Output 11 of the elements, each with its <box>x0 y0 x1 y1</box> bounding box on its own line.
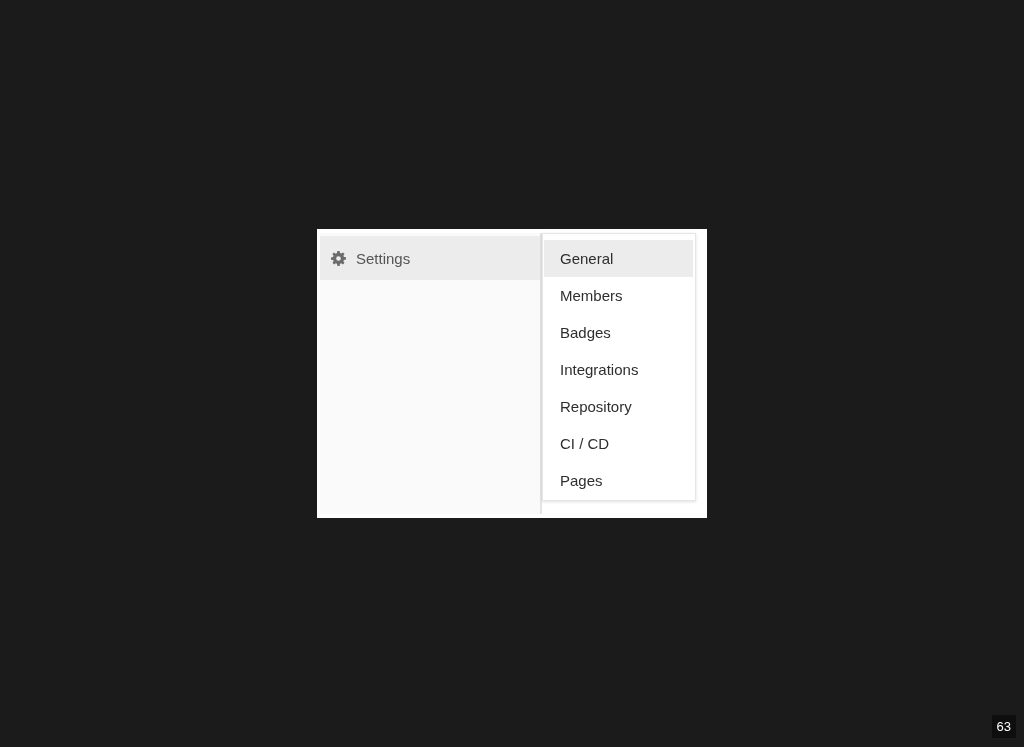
menu-item[interactable]: General <box>544 240 693 277</box>
menu-item[interactable]: CI / CD <box>544 425 693 462</box>
menu-item[interactable]: Members <box>544 277 693 314</box>
slide-number: 63 <box>991 715 1016 738</box>
sidebar-label: Settings <box>356 249 411 267</box>
menu-item[interactable]: Integrations <box>544 351 693 388</box>
menu-item[interactable]: Repository <box>544 388 693 425</box>
menu-item[interactable]: Badges <box>544 314 693 351</box>
gear-icon <box>331 250 346 266</box>
menu-item[interactable]: Pages <box>544 462 693 499</box>
sidebar-item[interactable]: Settings <box>320 236 540 280</box>
